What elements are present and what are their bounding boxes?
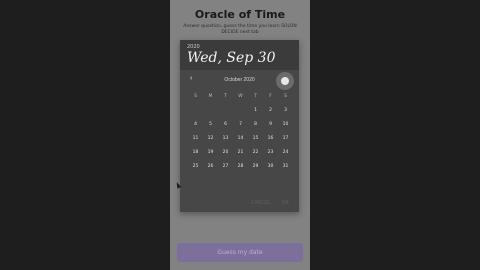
cancel-button[interactable]: CANCEL <box>251 200 271 206</box>
day-cell[interactable]: 27 <box>218 163 233 171</box>
weekday-header: T <box>254 94 257 99</box>
day-cell[interactable]: 15 <box>248 135 263 143</box>
selected-date-label: Wed, Sep 30 <box>187 50 276 66</box>
empty-day-cell <box>233 107 248 115</box>
weekday-header: M <box>208 94 213 99</box>
empty-day-cell <box>188 107 203 115</box>
weekday-header: S <box>194 94 197 99</box>
empty-day-cell <box>218 107 233 115</box>
day-cell[interactable]: 16 <box>263 135 278 143</box>
day-cell[interactable]: 5 <box>203 121 218 129</box>
weekday-header: T <box>224 94 227 99</box>
ok-button[interactable]: OK <box>282 200 289 206</box>
day-cell[interactable]: 21 <box>233 149 248 157</box>
date-picker-header: 2020 Wed, Sep 30 <box>180 40 299 70</box>
day-cell[interactable]: 28 <box>233 163 248 171</box>
day-cell[interactable]: 20 <box>218 149 233 157</box>
day-cell[interactable]: 12 <box>203 135 218 143</box>
day-cell[interactable]: 17 <box>278 135 293 143</box>
dialog-actions: CANCEL OK <box>180 196 299 206</box>
weekday-header: F <box>269 94 272 99</box>
day-cell[interactable]: 7 <box>233 121 248 129</box>
calendar-grid: S M T W T F S 1 2 3 4 5 6 7 8 9 10 11 12 13 14 15 16 17 18 19 20 21… <box>188 93 293 171</box>
app-description: Answer question, guess the time you lear… <box>183 24 297 35</box>
month-navigation: ‹ October 2020 <box>180 72 299 90</box>
day-cell[interactable]: 24 <box>278 149 293 157</box>
day-cell[interactable]: 13 <box>218 135 233 143</box>
day-cell[interactable]: 29 <box>248 163 263 171</box>
day-cell[interactable]: 18 <box>188 149 203 157</box>
empty-day-cell <box>203 107 218 115</box>
day-cell[interactable]: 31 <box>278 163 293 171</box>
day-cell[interactable]: 10 <box>278 121 293 129</box>
day-cell[interactable]: 6 <box>218 121 233 129</box>
day-cell[interactable]: 26 <box>203 163 218 171</box>
date-picker-dialog: 2020 Wed, Sep 30 ‹ October 2020 S M T W T F S 1… <box>180 40 299 212</box>
day-cell[interactable]: 14 <box>233 135 248 143</box>
guess-submit-button[interactable]: Guess my date <box>177 243 303 262</box>
weekday-header: W <box>238 94 243 99</box>
weekday-header: S <box>284 94 287 99</box>
day-cell[interactable]: 25 <box>188 163 203 171</box>
day-cell[interactable]: 30 <box>263 163 278 171</box>
day-cell[interactable]: 8 <box>248 121 263 129</box>
day-cell[interactable]: 19 <box>203 149 218 157</box>
circle-dot-icon <box>281 77 289 85</box>
day-cell[interactable]: 11 <box>188 135 203 143</box>
day-cell[interactable]: 2 <box>263 107 278 115</box>
day-cell[interactable]: 1 <box>248 107 263 115</box>
app-title: Oracle of Time <box>194 8 286 21</box>
day-cell[interactable]: 4 <box>188 121 203 129</box>
day-cell[interactable]: 23 <box>263 149 278 157</box>
day-cell[interactable]: 9 <box>263 121 278 129</box>
next-month-button[interactable] <box>276 72 294 90</box>
day-cell[interactable]: 3 <box>278 107 293 115</box>
day-cell[interactable]: 22 <box>248 149 263 157</box>
